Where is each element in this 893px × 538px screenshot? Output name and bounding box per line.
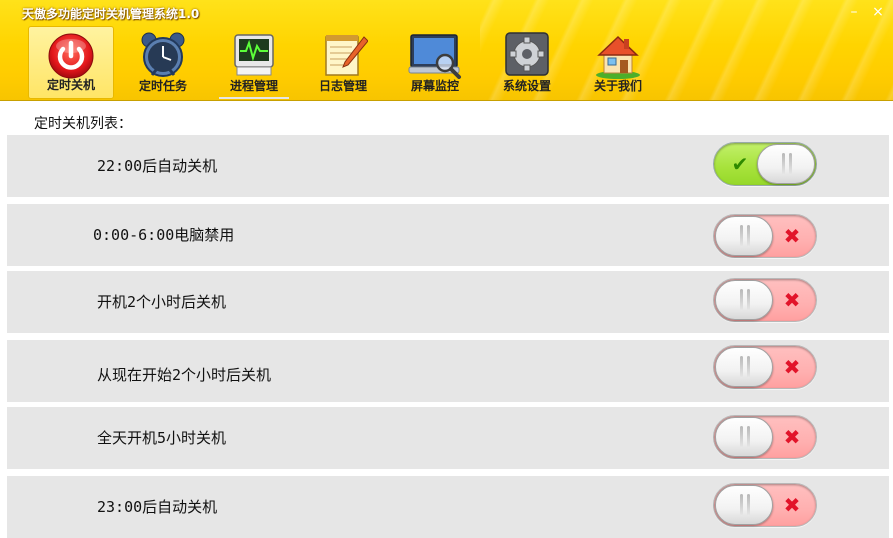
power-button-icon bbox=[48, 33, 94, 79]
cross-icon: ✖ bbox=[783, 425, 801, 449]
cross-icon: ✖ bbox=[783, 224, 801, 248]
main-toolbar: 定时关机 定时任务 进程管理 日志管理 屏幕监控 系统设置 关于我们 bbox=[0, 26, 893, 99]
tool-label: 屏幕监控 bbox=[410, 79, 459, 93]
screen-magnifier-icon bbox=[408, 34, 461, 79]
tool-label: 系统设置 bbox=[502, 79, 551, 93]
tool-label: 日志管理 bbox=[318, 79, 367, 93]
close-button[interactable]: × bbox=[870, 4, 886, 20]
list-item: 0:00-6:00电脑禁用 ✖ bbox=[7, 204, 889, 266]
tool-log-manager[interactable]: 日志管理 bbox=[300, 26, 386, 99]
alarm-clock-icon bbox=[141, 32, 185, 77]
tool-about-us[interactable]: 关于我们 bbox=[575, 26, 661, 99]
task-toggle-switch[interactable]: ✖ bbox=[713, 278, 817, 322]
tool-scheduled-task[interactable]: 定时任务 bbox=[120, 26, 206, 99]
task-label: 从现在开始2个小时后关机 bbox=[97, 366, 272, 384]
task-label: 开机2个小时后关机 bbox=[97, 293, 227, 311]
house-icon bbox=[596, 35, 640, 79]
task-toggle-switch[interactable]: ✖ bbox=[713, 415, 817, 459]
minimize-button[interactable]: – bbox=[846, 4, 862, 20]
list-item: 从现在开始2个小时后关机 ✖ bbox=[7, 340, 889, 402]
check-icon: ✔ bbox=[731, 152, 749, 176]
tool-system-settings[interactable]: 系统设置 bbox=[484, 26, 570, 99]
task-label: 23:00后自动关机 bbox=[97, 498, 218, 516]
tool-label: 进程管理 bbox=[229, 79, 278, 93]
tool-label: 定时关机 bbox=[46, 78, 95, 92]
task-toggle-switch[interactable]: ✖ bbox=[713, 214, 817, 258]
task-toggle-switch[interactable]: ✔ bbox=[713, 142, 817, 186]
list-title: 定时关机列表： bbox=[34, 116, 132, 132]
list-item: 开机2个小时后关机 ✖ bbox=[7, 271, 889, 333]
tool-label: 关于我们 bbox=[593, 79, 642, 93]
list-item: 全天开机5小时关机 ✖ bbox=[7, 407, 889, 469]
cross-icon: ✖ bbox=[783, 355, 801, 379]
tool-screen-monitor[interactable]: 屏幕监控 bbox=[392, 26, 478, 99]
window-title: 天傲多功能定时关机管理系统1.0 bbox=[22, 7, 200, 21]
task-label: 全天开机5小时关机 bbox=[97, 429, 227, 447]
switch-knob[interactable] bbox=[715, 485, 773, 525]
header-separator bbox=[0, 100, 893, 101]
notepad-pencil-icon bbox=[325, 35, 368, 76]
task-toggle-switch[interactable]: ✖ bbox=[713, 345, 817, 389]
switch-knob[interactable] bbox=[757, 144, 815, 184]
cross-icon: ✖ bbox=[783, 288, 801, 312]
process-monitor-icon bbox=[234, 34, 274, 76]
title-bar-toolbar: 天傲多功能定时关机管理系统1.0 – × 定时关机 定时任务 进程管理 日志管理… bbox=[0, 0, 893, 101]
task-label: 22:00后自动关机 bbox=[97, 157, 218, 175]
task-label: 0:00-6:00电脑禁用 bbox=[93, 226, 235, 244]
switch-knob[interactable] bbox=[715, 417, 773, 457]
list-item: 23:00后自动关机 ✖ bbox=[7, 476, 889, 538]
gear-settings-icon bbox=[505, 32, 549, 76]
switch-knob[interactable] bbox=[715, 216, 773, 256]
tool-shutdown-schedule[interactable]: 定时关机 bbox=[28, 26, 114, 99]
list-item: 22:00后自动关机 ✔ bbox=[7, 135, 889, 197]
tool-process-manager[interactable]: 进程管理 bbox=[211, 26, 297, 99]
tool-label: 定时任务 bbox=[138, 79, 187, 93]
task-toggle-switch[interactable]: ✖ bbox=[713, 483, 817, 527]
switch-knob[interactable] bbox=[715, 347, 773, 387]
cross-icon: ✖ bbox=[783, 493, 801, 517]
switch-knob[interactable] bbox=[715, 280, 773, 320]
